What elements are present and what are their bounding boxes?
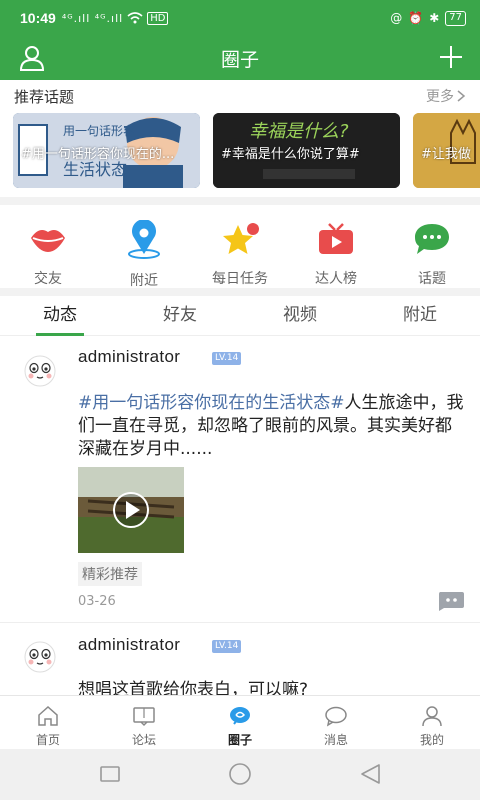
chat-bubble-icon bbox=[412, 220, 452, 258]
bottom-tab-home[interactable]: 首页 bbox=[0, 696, 96, 749]
tab-videos[interactable]: 视频 bbox=[240, 296, 360, 335]
quick-label: 附近 bbox=[130, 273, 158, 289]
post-text[interactable]: 想唱这首歌给你表白，可以嘛? bbox=[78, 679, 468, 695]
quick-item-topics[interactable]: 话题 bbox=[384, 206, 480, 288]
topic-carousel[interactable]: 用一句话形容 生活状态 #用一句话形容你现在的... 幸福是什么? #幸福是什么… bbox=[0, 113, 480, 189]
feed-list[interactable]: administrator LV.14 #用一句话形容你现在的生活状态#人生旅途… bbox=[0, 337, 480, 695]
status-right: @ ⏰ ✱ 77 bbox=[390, 10, 466, 26]
quick-label: 每日任务 bbox=[212, 271, 268, 287]
topic-tag[interactable]: #用一句话形容你现在的生活状态# bbox=[78, 393, 345, 413]
quick-item-daily-tasks[interactable]: 每日任务 bbox=[192, 206, 288, 288]
alarm-icon: ⏰ bbox=[408, 11, 424, 25]
nav-bar: 圈子 bbox=[0, 36, 480, 80]
bottom-tab-label: 首页 bbox=[35, 733, 60, 747]
status-time: 10:49 bbox=[20, 10, 56, 26]
quick-item-leaderboard[interactable]: 达人榜 bbox=[288, 206, 384, 288]
signal-icon: ⁴ᴳ.ıll ⁴ᴳ.ıll bbox=[61, 11, 124, 25]
location-pin-icon bbox=[124, 220, 164, 260]
topic-card-caption: #让我做 bbox=[421, 147, 471, 162]
bottom-tab-circle[interactable]: 圈子 bbox=[192, 696, 288, 749]
tab-activity[interactable]: 动态 bbox=[0, 296, 120, 336]
section-divider bbox=[0, 197, 480, 205]
home-icon bbox=[38, 705, 58, 726]
lips-icon bbox=[28, 220, 68, 258]
user-icon[interactable] bbox=[18, 44, 46, 72]
bottom-tab-messages[interactable]: 消息 bbox=[288, 696, 384, 749]
plus-icon[interactable] bbox=[436, 42, 466, 72]
username[interactable]: administrator bbox=[78, 635, 180, 655]
post-text[interactable]: #用一句话形容你现在的生活状态#人生旅途中，我们一直在寻觅，却忽略了眼前的风景。… bbox=[78, 392, 468, 461]
feed-post[interactable]: administrator LV.14 #用一句话形容你现在的生活状态#人生旅途… bbox=[0, 337, 480, 623]
comment-icon[interactable] bbox=[436, 590, 466, 612]
chevron-right-icon bbox=[457, 90, 466, 102]
play-icon bbox=[113, 492, 149, 528]
topic-card[interactable]: #让我做 bbox=[413, 113, 480, 188]
feed-tabs: 动态 好友 视频 附近 bbox=[0, 296, 480, 336]
home-button-icon[interactable] bbox=[228, 762, 252, 786]
bluetooth-icon: ✱ bbox=[429, 11, 440, 25]
status-bar: 10:49 ⁴ᴳ.ıll ⁴ᴳ.ıll HD @ ⏰ ✱ 77 bbox=[0, 0, 480, 36]
tv-icon bbox=[316, 220, 356, 258]
bottom-tab-label: 论坛 bbox=[131, 733, 156, 747]
profile-icon bbox=[422, 706, 442, 727]
post-date: 03-26 bbox=[78, 594, 116, 609]
section-divider bbox=[0, 288, 480, 296]
wifi-icon bbox=[127, 12, 143, 24]
topic-card[interactable]: 幸福是什么? #幸福是什么你说了算# bbox=[213, 113, 400, 188]
recent-apps-icon[interactable] bbox=[99, 765, 121, 783]
username[interactable]: administrator bbox=[78, 347, 180, 367]
bottom-tab-label: 我的 bbox=[419, 733, 444, 747]
video-thumbnail[interactable] bbox=[78, 467, 184, 553]
topic-card[interactable]: 用一句话形容 生活状态 #用一句话形容你现在的... bbox=[13, 113, 200, 188]
system-nav-bar bbox=[0, 749, 480, 800]
forum-icon bbox=[133, 707, 155, 727]
screen: 10:49 ⁴ᴳ.ıll ⁴ᴳ.ıll HD @ ⏰ ✱ 77 圈子 推荐话题 bbox=[0, 0, 480, 800]
hd-icon: HD bbox=[147, 11, 169, 25]
page-title: 圈子 bbox=[220, 48, 259, 71]
star-icon bbox=[220, 220, 260, 258]
tab-nearby[interactable]: 附近 bbox=[360, 296, 480, 335]
bottom-tab-label: 消息 bbox=[323, 733, 348, 747]
bottom-tab-forum[interactable]: 论坛 bbox=[96, 696, 192, 749]
at-icon: @ bbox=[390, 11, 403, 25]
more-label: 更多 bbox=[426, 89, 454, 105]
feed-post[interactable]: administrator LV.14 想唱这首歌给你表白，可以嘛? bbox=[0, 623, 480, 695]
quick-item-dating[interactable]: 交友 bbox=[0, 206, 96, 288]
recommended-header: 推荐话题 更多 bbox=[0, 80, 480, 112]
circle-icon bbox=[230, 707, 250, 725]
avatar[interactable] bbox=[20, 351, 60, 391]
level-badge: LV.14 bbox=[212, 640, 242, 653]
svg-text:生活状态: 生活状态 bbox=[63, 160, 127, 179]
bottom-tab-profile[interactable]: 我的 bbox=[384, 696, 480, 749]
featured-chip: 精彩推荐 bbox=[78, 562, 142, 586]
battery-level: 77 bbox=[445, 10, 466, 26]
avatar[interactable] bbox=[20, 637, 60, 677]
back-icon[interactable] bbox=[359, 763, 381, 785]
topic-card-caption: #用一句话形容你现在的... bbox=[21, 147, 175, 162]
bottom-tab-label: 圈子 bbox=[227, 733, 252, 747]
tab-friends[interactable]: 好友 bbox=[120, 296, 240, 335]
level-badge: LV.14 bbox=[212, 352, 242, 365]
quick-label: 交友 bbox=[34, 271, 62, 287]
quick-label: 达人榜 bbox=[315, 271, 357, 287]
svg-text:幸福是什么?: 幸福是什么? bbox=[249, 121, 349, 142]
quick-actions: 交友 附近 每日任务 达人榜 话题 bbox=[0, 206, 480, 289]
quick-item-nearby[interactable]: 附近 bbox=[96, 206, 192, 289]
quick-label: 话题 bbox=[418, 271, 446, 287]
more-link[interactable]: 更多 bbox=[426, 86, 466, 106]
topic-card-caption: #幸福是什么你说了算# bbox=[221, 147, 360, 162]
bottom-tab-bar: 首页 论坛 圈子 消息 我的 bbox=[0, 695, 480, 749]
svg-text:用一句话形容: 用一句话形容 bbox=[63, 123, 135, 138]
message-icon bbox=[325, 706, 347, 727]
recommended-title: 推荐话题 bbox=[14, 87, 75, 106]
